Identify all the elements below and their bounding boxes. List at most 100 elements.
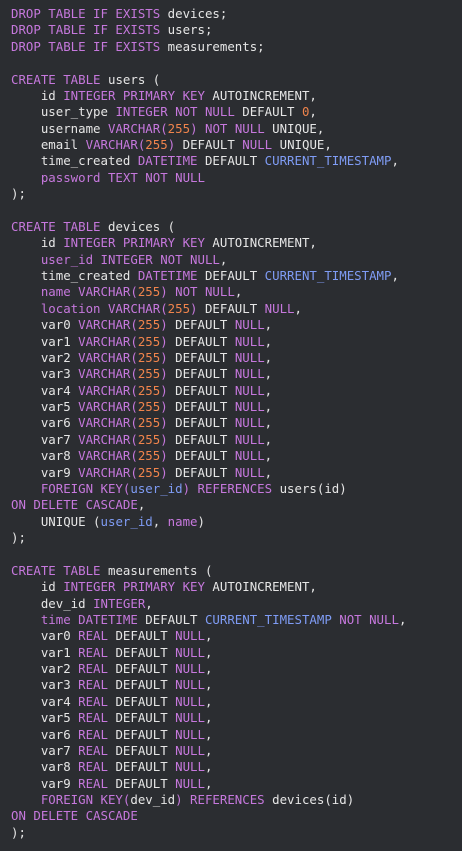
code-line: UNIQUE (user_id, name) [11,514,462,530]
code-token: id [11,87,64,103]
code-line: ​ [11,203,462,219]
code-token: ) [160,431,176,447]
code-token: ) [160,382,176,398]
code-token: users; [167,22,213,38]
code-token: var9 [11,464,79,480]
code-token: 255 [137,333,161,349]
code-token: ) NOT NULL [190,120,273,136]
code-token: ) REFERENCES [175,792,273,807]
code-token: DATETIME [137,153,205,169]
code-line: time_created DATETIME DEFAULT CURRENT_TI… [11,153,462,169]
code-token: DATETIME [137,268,205,283]
code-token: NULL [175,628,205,644]
code-token: var6 [11,415,79,431]
code-token: DEFAULT [175,448,235,464]
code-token: var5 [11,710,79,726]
code-token: , [219,251,228,267]
code-token: , [145,595,153,611]
code-token: NULL [175,726,205,742]
code-line: var0 VARCHAR(255) DEFAULT NULL, [11,317,462,333]
code-line: ); [11,530,462,546]
code-token: , [391,153,399,169]
code-token: REAL [78,759,116,775]
code-token: ) [160,349,176,365]
code-token: DEFAULT [115,661,176,676]
code-token: var5 [11,399,79,414]
code-line: id INTEGER PRIMARY KEY AUTOINCREMENT, [11,235,462,251]
code-token: DROP TABLE IF EXISTS [11,38,168,54]
code-token: 255 [167,300,191,316]
code-token: CREATE TABLE [11,71,108,87]
code-token: , [264,399,273,414]
code-token: var4 [11,693,79,709]
code-token: VARCHAR( [78,448,138,464]
code-token: , [204,661,213,676]
code-token: var8 [11,759,79,775]
code-token: REAL [78,742,116,758]
code-token: CURRENT_TIMESTAMP [204,611,340,627]
code-token: , [264,366,273,382]
code-line: CREATE TABLE measurements ( [11,563,462,579]
code-token: ) REFERENCES [182,480,280,496]
code-token: ); [11,530,26,545]
code-line: var2 REAL DEFAULT NULL, [11,661,462,677]
code-token: REAL [78,710,116,726]
code-token: 255 [137,317,161,333]
code-token: , [264,317,273,333]
code-token: user_id [130,480,183,496]
code-token: AUTOINCREMENT, [212,235,317,251]
code-token: , [152,513,168,529]
code-token: NULL [242,137,280,152]
code-token: NULL [234,399,265,414]
code-token: email [11,137,86,152]
code-line: password TEXT NOT NULL [11,170,462,186]
code-token: , [204,742,213,758]
code-line: ​ [11,546,462,562]
code-token: REAL [78,677,116,693]
code-token: DEFAULT [175,382,235,398]
code-token: , [264,333,273,349]
code-token: 255 [137,349,161,365]
code-token: DEFAULT [175,317,235,333]
code-token: var3 [11,366,79,382]
code-token: , [204,759,213,775]
code-token: 255 [137,366,161,382]
code-token: , [204,677,213,693]
code-token: , [204,693,213,709]
code-token: NULL [234,415,265,431]
code-line: email VARCHAR(255) DEFAULT NULL UNIQUE, [11,137,462,153]
code-line: var5 VARCHAR(255) DEFAULT NULL, [11,399,462,415]
code-token: , [137,497,146,513]
code-token: id [11,235,64,251]
code-token: DEFAULT [175,464,235,480]
code-token: AUTOINCREMENT, [212,87,317,103]
code-token: REAL [78,628,116,644]
code-token: INTEGER NOT NULL [115,104,243,120]
code-line: var4 VARCHAR(255) DEFAULT NULL, [11,383,462,399]
code-token: NULL [175,677,205,693]
code-token: var7 [11,431,79,447]
code-token: DEFAULT [115,726,176,742]
code-token: 255 [137,464,161,480]
code-token: var2 [11,349,79,365]
code-token: , [204,726,213,742]
code-token: NULL [175,661,205,676]
code-token: DEFAULT [115,775,176,791]
code-token: DEFAULT [115,759,176,775]
code-token: NULL [175,759,205,775]
code-token: , [294,300,302,316]
code-token: DEFAULT [204,153,265,169]
code-token: ) [160,448,176,464]
code-token: ) [160,366,176,382]
code-token: location VARCHAR( [11,300,168,316]
code-editor[interactable]: DROP TABLE IF EXISTS devices; DROP TABLE … [0,0,462,851]
code-line: var7 VARCHAR(255) DEFAULT NULL, [11,432,462,448]
code-token: ); [11,186,26,202]
code-token: , [391,268,399,283]
code-token: DEFAULT [182,137,243,152]
code-token: DEFAULT [175,399,235,414]
code-token: VARCHAR( [78,415,138,431]
code-token: 255 [145,137,168,152]
code-token: user_type [11,104,116,120]
code-token: user_id INTEGER NOT NULL [11,251,220,267]
